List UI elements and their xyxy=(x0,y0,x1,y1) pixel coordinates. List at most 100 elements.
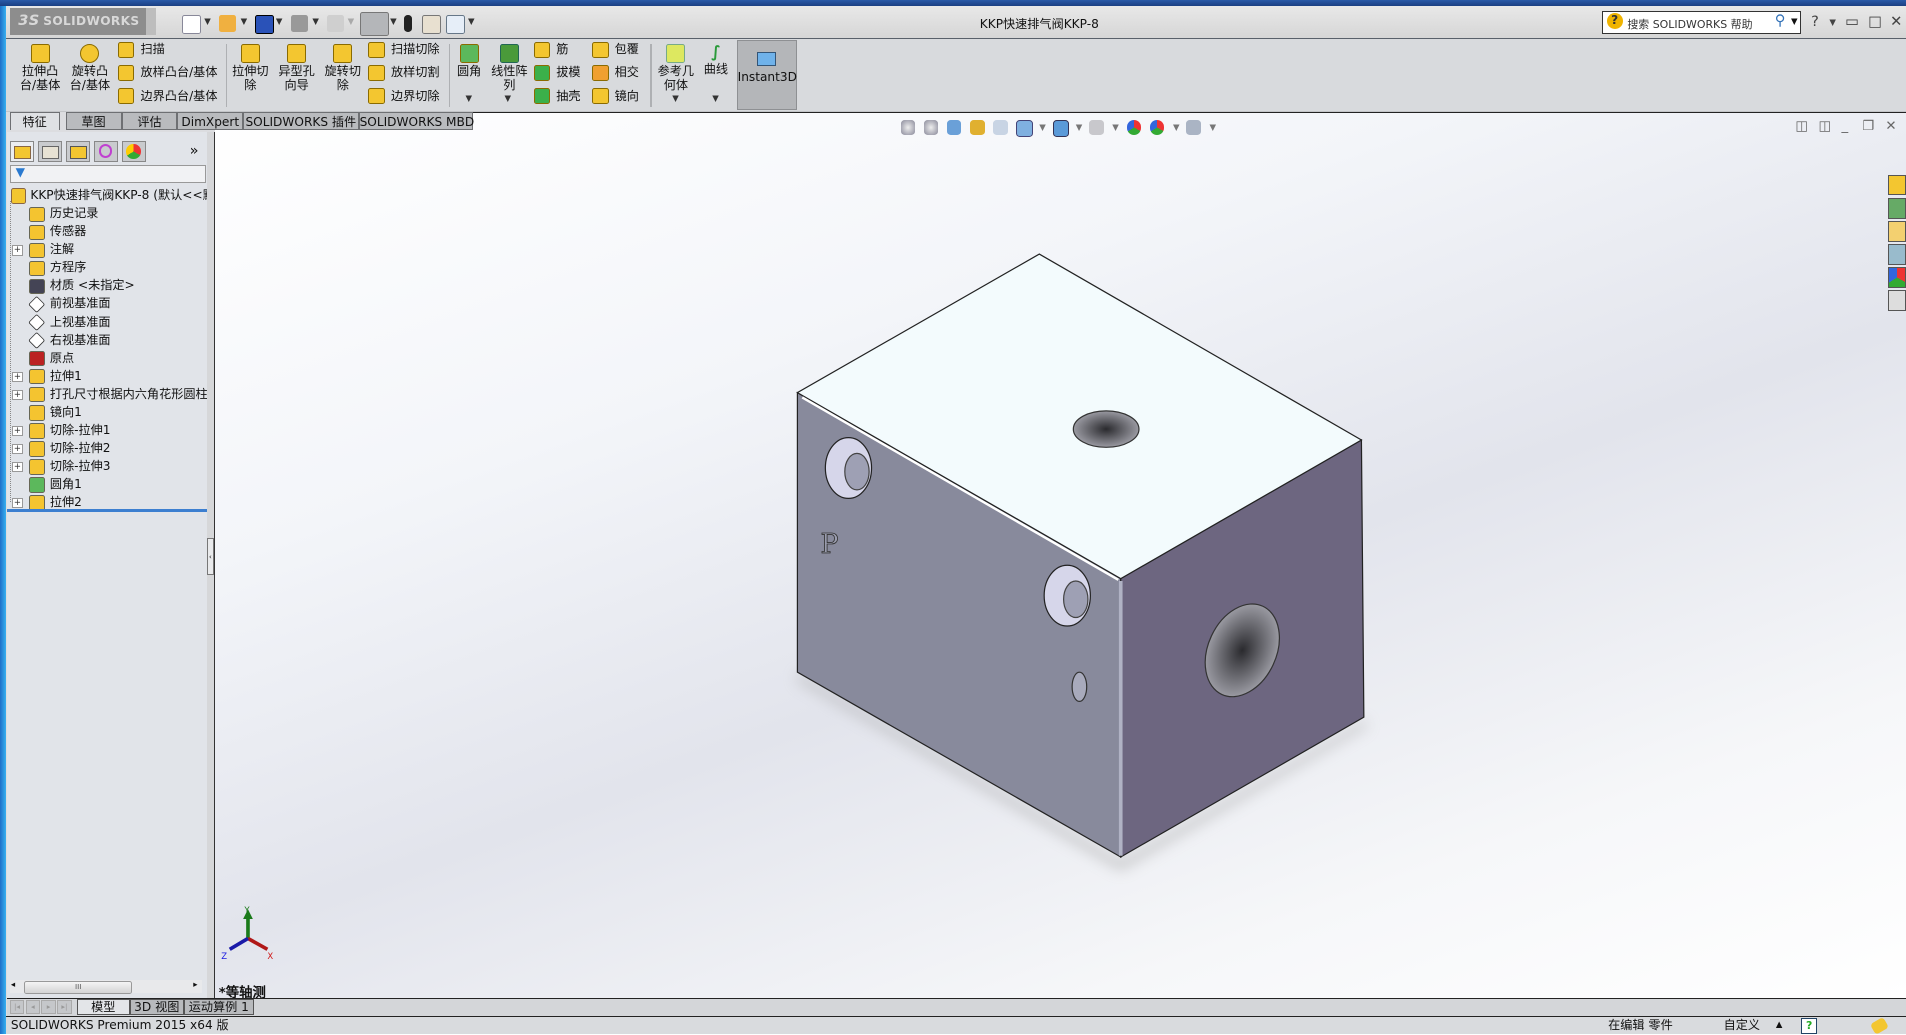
loft-boss-button[interactable]: 放样凸台/基体 xyxy=(117,64,217,82)
shell-button[interactable]: 抽壳 xyxy=(533,87,581,105)
configurationmanager-tab[interactable] xyxy=(65,140,90,162)
unit-system[interactable]: 自定义 xyxy=(1724,1017,1760,1034)
boundary-boss-button[interactable]: 边界凸台/基体 xyxy=(117,87,217,105)
tab-mbd[interactable]: SOLIDWORKS MBD xyxy=(358,111,474,131)
view-palette-tab[interactable] xyxy=(1887,244,1906,265)
tree-item[interactable]: 原点 xyxy=(7,349,206,367)
horizontal-scrollbar[interactable]: ◂ III ▸ xyxy=(9,979,202,994)
minimize-button[interactable]: ▭ xyxy=(1845,13,1859,30)
expand-icon[interactable]: + xyxy=(12,371,23,383)
apply-scene-icon[interactable] xyxy=(1149,120,1165,135)
dropdown-icon[interactable]: ▼ xyxy=(468,17,475,27)
tree-item[interactable]: + 切除-拉伸1 xyxy=(7,421,206,439)
maximize-button[interactable]: □ xyxy=(1868,13,1882,30)
dropdown-icon[interactable]: ▼ xyxy=(390,17,397,27)
graphics-area[interactable]: ▼ ▼ ▼ ▼ ▼ ◫ ◫ _ ❐ ✕ xyxy=(215,111,1906,999)
select-icon[interactable] xyxy=(359,12,389,36)
tree-item[interactable]: + 拉伸1 xyxy=(7,367,206,385)
revolve-boss-button[interactable]: 旋转凸 台/基体 xyxy=(66,43,115,92)
expand-icon[interactable]: + xyxy=(12,497,23,509)
collapse-panel-handle[interactable]: ‹ xyxy=(206,538,214,575)
display-manager-tab[interactable] xyxy=(121,140,146,162)
zoom-to-area-icon[interactable] xyxy=(923,120,939,135)
file-explorer-tab[interactable] xyxy=(1887,221,1906,242)
expand-icon[interactable]: + xyxy=(12,425,23,437)
dropdown-icon[interactable]: ▼ xyxy=(348,17,355,27)
tree-item[interactable]: 圆角1 xyxy=(7,475,206,493)
sweep-cut-button[interactable]: 扫描切除 xyxy=(368,41,440,59)
tree-item[interactable]: 材质 <未指定> xyxy=(7,276,206,295)
search-icon[interactable]: ⚲ xyxy=(1775,12,1786,29)
hole-wizard-button[interactable]: 异型孔 向导 xyxy=(273,43,319,92)
fillet-button[interactable]: 圆角 xyxy=(452,43,486,79)
dropdown-icon[interactable]: ▼ xyxy=(1791,17,1798,27)
custom-properties-tab[interactable] xyxy=(1887,290,1906,311)
tree-item[interactable]: 方程序 xyxy=(7,258,206,277)
tree-root-part[interactable]: KKP快速排气阀KKP-8 (默认<<默 xyxy=(7,186,207,204)
prev-tab-icon[interactable]: ◂ xyxy=(25,1000,41,1014)
display-style-icon[interactable] xyxy=(1052,120,1070,137)
loft-cut-button[interactable]: 放样切割 xyxy=(368,64,440,82)
help-dropdown-icon[interactable]: ▼ xyxy=(1829,18,1836,28)
scroll-left-icon[interactable]: ◂ xyxy=(11,980,15,990)
feature-filter[interactable]: ▼ xyxy=(9,165,207,184)
dropdown-icon[interactable]: ▼ xyxy=(1039,123,1046,133)
extrude-cut-button[interactable]: 拉伸切 除 xyxy=(229,43,273,92)
help-status-icon[interactable]: ? xyxy=(1801,1018,1817,1034)
solidworks-logo[interactable]: 3S SOLIDWORKS xyxy=(9,8,146,36)
tree-item[interactable]: 镜向1 xyxy=(7,403,206,421)
unit-dropdown-icon[interactable]: ▲ xyxy=(1776,1017,1783,1034)
linear-pattern-button[interactable]: 线性阵 列 xyxy=(487,43,531,92)
view-settings-icon[interactable] xyxy=(1186,120,1201,135)
close-button[interactable]: ✕ xyxy=(1890,13,1902,30)
expand-icon[interactable]: + xyxy=(12,443,23,455)
dimxpert-tab[interactable] xyxy=(93,140,118,162)
tree-item[interactable]: 前视基准面 xyxy=(7,294,206,313)
mirror-button[interactable]: 镜向 xyxy=(591,87,639,105)
viewport-close-icon[interactable]: ✕ xyxy=(1885,119,1896,134)
draft-button[interactable]: 拔模 xyxy=(533,64,581,82)
help-button[interactable]: ? xyxy=(1811,13,1819,30)
wrap-button[interactable]: 包覆 xyxy=(591,41,639,59)
tag-icon[interactable] xyxy=(1869,1016,1889,1035)
dropdown-icon[interactable]: ▼ xyxy=(312,17,319,27)
curves-button[interactable]: ∫ 曲线 xyxy=(700,43,732,77)
featuremanager-tab[interactable] xyxy=(9,140,34,162)
dropdown-icon[interactable]: ▼ xyxy=(204,17,211,27)
intersect-button[interactable]: 相交 xyxy=(591,64,639,82)
revolve-cut-button[interactable]: 旋转切 除 xyxy=(321,43,365,92)
rib-button[interactable]: 筋 xyxy=(533,41,568,59)
fillet-dropdown-icon[interactable]: ▼ xyxy=(466,94,473,104)
next-tab-icon[interactable]: ▸ xyxy=(41,1000,56,1014)
dropdown-icon[interactable]: ▼ xyxy=(1209,123,1216,133)
tree-item[interactable]: + 切除-拉伸2 xyxy=(7,439,206,457)
dropdown-icon[interactable]: ▼ xyxy=(1076,123,1083,133)
tree-item[interactable]: + 打孔尺寸根据内六角花形圆柱 xyxy=(7,385,207,403)
tree-item[interactable]: + 注解 xyxy=(7,240,206,259)
dropdown-icon[interactable]: ▼ xyxy=(276,17,283,27)
section-view-icon[interactable] xyxy=(970,120,985,135)
edit-appearance-icon[interactable] xyxy=(1126,120,1142,135)
zoom-to-fit-icon[interactable] xyxy=(900,120,916,135)
last-tab-icon[interactable]: ▸| xyxy=(57,1000,72,1014)
hide-show-items-icon[interactable] xyxy=(1089,120,1104,135)
tab-model[interactable]: 模型 xyxy=(76,998,131,1015)
tree-item[interactable]: 传感器 xyxy=(7,222,206,241)
expand-icon[interactable]: + xyxy=(12,461,23,473)
print-icon[interactable] xyxy=(290,14,308,32)
extrude-boss-button[interactable]: 拉伸凸 台/基体 xyxy=(16,43,65,92)
dropdown-icon[interactable]: ▼ xyxy=(1112,123,1119,133)
expand-icon[interactable]: + xyxy=(12,389,23,401)
tree-item[interactable]: 历史记录 xyxy=(7,204,206,222)
appearances-tab[interactable] xyxy=(1887,267,1906,288)
help-search-box[interactable]: ? 搜索 SOLIDWORKS 帮助 ⚲ ▼ xyxy=(1602,10,1801,34)
options-icon[interactable] xyxy=(446,14,466,34)
file-properties-icon[interactable] xyxy=(421,14,441,34)
tree-item[interactable]: 上视基准面 xyxy=(7,313,206,331)
solidworks-resources-tab[interactable] xyxy=(1887,174,1906,196)
undo-icon[interactable] xyxy=(326,14,344,32)
design-library-tab[interactable] xyxy=(1887,197,1906,219)
dynamic-annotation-icon[interactable] xyxy=(993,120,1008,135)
instant3d-button[interactable]: Instant3D xyxy=(736,40,797,111)
expand-icon[interactable]: + xyxy=(12,245,23,256)
